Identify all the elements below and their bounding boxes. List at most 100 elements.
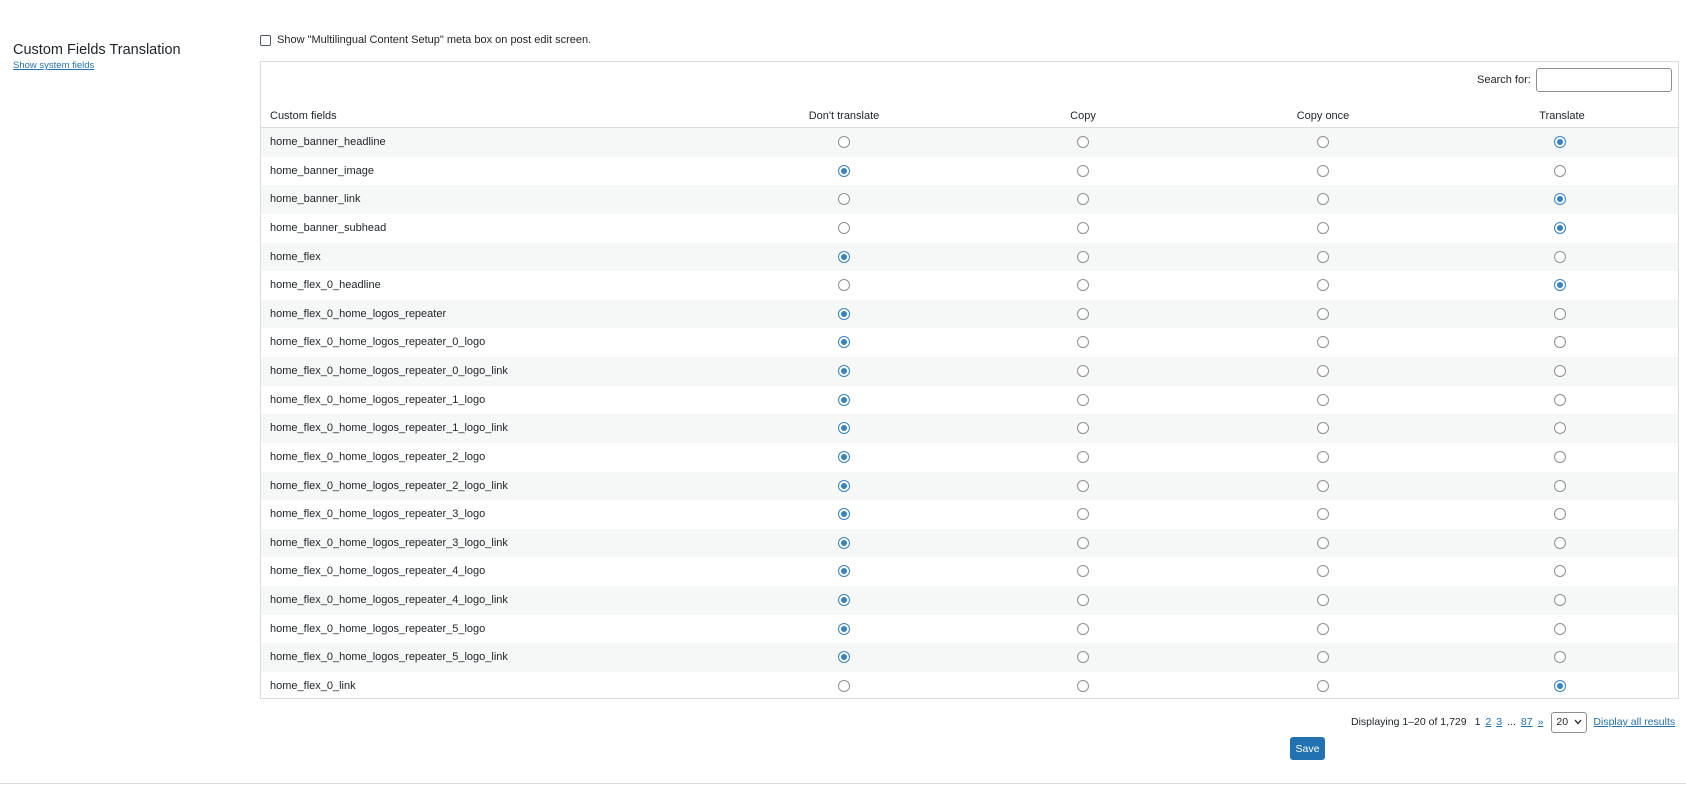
radio-translate[interactable] (1554, 479, 1566, 492)
metabox-option[interactable]: Show "Multilingual Content Setup" meta b… (260, 34, 591, 46)
radio-copy-once[interactable] (1317, 393, 1329, 406)
show-system-fields-link[interactable]: Show system fields (13, 60, 94, 71)
radio-translate[interactable] (1554, 422, 1566, 435)
radio-translate[interactable] (1554, 336, 1566, 349)
radio-copy-once[interactable] (1317, 193, 1329, 206)
radio-dont-translate[interactable] (838, 279, 850, 292)
radio-translate[interactable] (1554, 193, 1566, 206)
radio-translate[interactable] (1554, 164, 1566, 177)
radio-dont-translate[interactable] (838, 479, 850, 492)
display-all-link[interactable]: Display all results (1593, 716, 1675, 728)
radio-translate[interactable] (1554, 136, 1566, 148)
radio-copy-once[interactable] (1317, 679, 1329, 692)
radio-dont-translate[interactable] (838, 450, 850, 463)
radio-translate[interactable] (1554, 565, 1566, 578)
radio-translate[interactable] (1554, 365, 1566, 377)
radio-translate[interactable] (1554, 622, 1566, 635)
radio-dont-translate[interactable] (838, 651, 850, 664)
radio-copy[interactable] (1077, 679, 1089, 692)
page-link-3[interactable]: 3 (1496, 716, 1502, 728)
table-row: home_flex_0_home_logos_repeater_5_logo (261, 615, 1678, 644)
next-page-link[interactable]: » (1538, 716, 1544, 728)
radio-copy-once[interactable] (1317, 422, 1329, 435)
radio-copy[interactable] (1077, 450, 1089, 463)
radio-translate[interactable] (1554, 307, 1566, 320)
column-header-copy: Copy (1070, 110, 1096, 122)
radio-copy-once[interactable] (1317, 508, 1329, 521)
radio-translate[interactable] (1554, 594, 1566, 606)
custom-field-name: home_flex_0_home_logos_repeater_4_logo_l… (270, 594, 508, 606)
radio-copy[interactable] (1077, 336, 1089, 349)
radio-copy[interactable] (1077, 594, 1089, 606)
radio-copy[interactable] (1077, 565, 1089, 578)
radio-dont-translate[interactable] (838, 508, 850, 521)
radio-copy-once[interactable] (1317, 622, 1329, 635)
radio-dont-translate[interactable] (838, 164, 850, 177)
radio-copy[interactable] (1077, 164, 1089, 177)
radio-copy-once[interactable] (1317, 536, 1329, 549)
radio-dont-translate[interactable] (838, 594, 850, 606)
metabox-checkbox[interactable] (260, 34, 271, 46)
radio-copy[interactable] (1077, 279, 1089, 292)
radio-copy-once[interactable] (1317, 136, 1329, 148)
search-input[interactable] (1536, 68, 1672, 92)
radio-copy[interactable] (1077, 136, 1089, 148)
radio-copy[interactable] (1077, 221, 1089, 234)
radio-copy[interactable] (1077, 622, 1089, 635)
radio-dont-translate[interactable] (838, 221, 850, 234)
radio-translate[interactable] (1554, 651, 1566, 664)
radio-dont-translate[interactable] (838, 365, 850, 377)
radio-translate[interactable] (1554, 221, 1566, 234)
radio-dont-translate[interactable] (838, 250, 850, 263)
radio-copy[interactable] (1077, 393, 1089, 406)
radio-copy[interactable] (1077, 479, 1089, 492)
radio-copy-once[interactable] (1317, 565, 1329, 578)
radio-copy[interactable] (1077, 365, 1089, 377)
page-link-last[interactable]: 87 (1521, 716, 1533, 728)
radio-copy[interactable] (1077, 536, 1089, 549)
radio-dont-translate[interactable] (838, 622, 850, 635)
radio-translate[interactable] (1554, 536, 1566, 549)
radio-copy-once[interactable] (1317, 365, 1329, 377)
radio-copy[interactable] (1077, 422, 1089, 435)
custom-field-name: home_flex_0_home_logos_repeater_0_logo_l… (270, 365, 508, 377)
radio-dont-translate[interactable] (838, 679, 850, 692)
radio-dont-translate[interactable] (838, 536, 850, 549)
radio-dont-translate[interactable] (838, 307, 850, 320)
current-page: 1 (1474, 716, 1481, 728)
radio-dont-translate[interactable] (838, 565, 850, 578)
table-row: home_flex_0_home_logos_repeater (261, 299, 1678, 329)
radio-copy[interactable] (1077, 250, 1089, 263)
radio-translate[interactable] (1554, 508, 1566, 521)
radio-copy-once[interactable] (1317, 307, 1329, 320)
radio-dont-translate[interactable] (838, 193, 850, 206)
pagination: Displaying 1–20 of 1,729 1 2 3 ... 87 » … (1351, 711, 1675, 733)
radio-dont-translate[interactable] (838, 393, 850, 406)
radio-copy-once[interactable] (1317, 479, 1329, 492)
page-link-2[interactable]: 2 (1485, 716, 1491, 728)
radio-translate[interactable] (1554, 393, 1566, 406)
custom-fields-panel: Search for: Custom fields Don't translat… (260, 61, 1679, 699)
radio-copy-once[interactable] (1317, 250, 1329, 263)
radio-copy[interactable] (1077, 193, 1089, 206)
radio-dont-translate[interactable] (838, 136, 850, 148)
radio-copy[interactable] (1077, 307, 1089, 320)
radio-copy[interactable] (1077, 508, 1089, 521)
radio-copy-once[interactable] (1317, 651, 1329, 664)
save-button[interactable]: Save (1290, 737, 1325, 760)
radio-translate[interactable] (1554, 679, 1566, 692)
radio-translate[interactable] (1554, 450, 1566, 463)
radio-copy[interactable] (1077, 651, 1089, 664)
per-page-select[interactable]: 20 (1551, 711, 1588, 733)
radio-translate[interactable] (1554, 279, 1566, 292)
radio-dont-translate[interactable] (838, 422, 850, 435)
radio-copy-once[interactable] (1317, 594, 1329, 606)
radio-translate[interactable] (1554, 250, 1566, 263)
radio-copy-once[interactable] (1317, 164, 1329, 177)
radio-copy-once[interactable] (1317, 336, 1329, 349)
radio-copy-once[interactable] (1317, 450, 1329, 463)
radio-copy-once[interactable] (1317, 221, 1329, 234)
radio-dont-translate[interactable] (838, 336, 850, 349)
radio-copy-once[interactable] (1317, 279, 1329, 292)
search-label: Search for: (1477, 74, 1531, 86)
